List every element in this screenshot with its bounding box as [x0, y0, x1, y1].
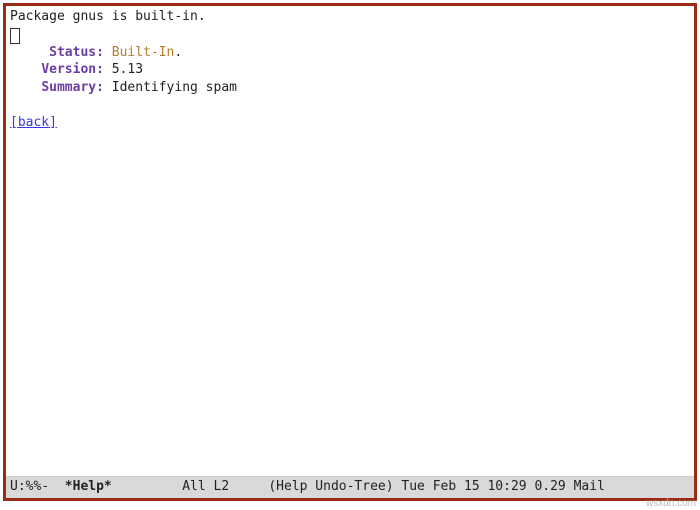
version-label: Version: [41, 62, 104, 77]
package-header-line: Package gnus is built-in. [10, 9, 206, 24]
text-cursor [10, 28, 20, 44]
modeline-position: All L2 [182, 479, 229, 494]
watermark: wsxdn.com [646, 497, 696, 510]
modeline-buffer-name: *Help* [65, 479, 112, 494]
summary-value: Identifying spam [112, 80, 237, 95]
modeline-modes: (Help Undo-Tree) [268, 479, 393, 494]
summary-label: Summary: [41, 80, 104, 95]
status-label: Status: [49, 45, 104, 60]
back-link[interactable]: [back] [10, 115, 57, 130]
modeline-time: Tue Feb 15 10:29 [401, 479, 526, 494]
modeline-coding: U:%%- [10, 479, 49, 494]
mode-line: U:%%- *Help* All L2 (Help Undo-Tree) Tue… [6, 476, 694, 498]
status-suffix: . [174, 45, 182, 60]
emacs-frame: Package gnus is built-in. Status: Built-… [3, 3, 697, 501]
status-value: Built-In [112, 45, 175, 60]
modeline-load: 0.29 [534, 479, 565, 494]
version-value: 5.13 [112, 62, 143, 77]
help-buffer: Package gnus is built-in. Status: Built-… [6, 6, 694, 476]
modeline-extra: Mail [574, 479, 605, 494]
